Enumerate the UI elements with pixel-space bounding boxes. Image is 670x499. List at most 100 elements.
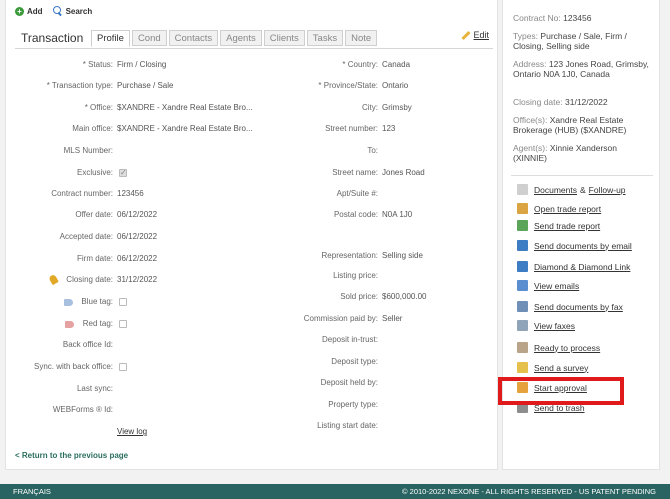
send-report-icon — [517, 220, 528, 231]
email-icon — [517, 280, 528, 291]
right-field-row-deposit-in-trust: Deposit in-trust: — [6, 334, 486, 346]
search-button[interactable]: Search — [52, 6, 93, 16]
toolbar: + Add Search — [15, 6, 92, 16]
action-link-documents[interactable]: Documents & Follow-up — [517, 184, 626, 195]
field-label: * Country: — [342, 60, 378, 69]
edit-label: Edit — [473, 30, 489, 40]
action-link-label: Send documents by email — [534, 240, 632, 251]
action-link-view-faxes[interactable]: View faxes — [517, 320, 575, 331]
field-value: Ontario — [382, 81, 409, 90]
action-link-label: Send documents by fax — [534, 301, 623, 312]
view-log-link[interactable]: View log — [117, 426, 147, 438]
right-field-row-city: City: Grimsby — [6, 102, 486, 114]
contract-number-info: Contract No: 123456 — [513, 13, 653, 23]
closing-date-label: Closing date: — [513, 97, 563, 107]
tabs-row: Transaction Profile Cond Contacts Agents Cli… — [15, 27, 493, 49]
action-link-open-trade-report[interactable]: Open trade report — [517, 203, 601, 214]
action-link-send-documents-by-fax[interactable]: Send documents by fax — [517, 301, 623, 312]
action-link-send-trade-report[interactable]: Send trade report — [517, 220, 600, 231]
tab-bar: Profile Cond Contacts Agents Clients Tasks Not… — [91, 30, 378, 47]
action-link-label: View faxes — [534, 320, 575, 331]
action-link-diamond-diamond-link[interactable]: Diamond & Diamond Link — [517, 261, 630, 272]
action-link-ready-to-process[interactable]: Ready to process — [517, 342, 600, 353]
field-label: Listing start date: — [317, 421, 378, 430]
tab-cond[interactable]: Cond — [131, 30, 167, 46]
right-field-row-sold-price: Sold price: $600,000.00 — [6, 291, 486, 303]
field-label: Commission paid by: — [303, 314, 378, 323]
action-link-label: Open trade report — [534, 203, 602, 214]
left-field-row-accepted-date: Accepted date: 06/12/2022 — [6, 231, 486, 243]
field-label: Street number: — [325, 124, 378, 133]
agent-info: Agent(s): Xinnie Xanderson (XINNIE) — [513, 143, 653, 163]
office-info: Office(s): Xandre Real Estate Brokerage … — [513, 115, 653, 135]
start-approval-highlight — [498, 377, 624, 405]
field-label: Deposit type: — [331, 357, 378, 366]
right-field-row-deposit-type: Deposit type: — [6, 356, 486, 368]
tab-clients[interactable]: Clients — [263, 30, 305, 46]
office-label: Office(s): — [513, 115, 548, 125]
field-label: Property type: — [328, 400, 378, 409]
report-icon — [517, 203, 528, 214]
fax-view-icon — [517, 320, 528, 331]
action-link-label: Documents — [534, 184, 577, 195]
document-icon — [517, 184, 528, 195]
field-value: Grimsby — [382, 103, 412, 112]
right-field-row-apt-suite: Apt/Suite #: — [6, 188, 486, 200]
field-label: Postal code: — [333, 210, 378, 219]
field-label: * Province/State: — [318, 81, 378, 90]
action-link-label: Diamond & Diamond Link — [534, 261, 631, 272]
right-field-row-country: * Country: Canada — [6, 59, 486, 71]
follow-up-link[interactable]: Follow-up — [589, 185, 626, 195]
closing-date-value: 31/12/2022 — [565, 97, 608, 107]
right-field-row-deposit-held-by: Deposit held by: — [6, 377, 486, 389]
field-label: To: — [367, 146, 378, 155]
field-value: Seller — [382, 314, 403, 323]
right-field-row-listing-start-date: Listing start date: — [6, 420, 486, 432]
email-documents-icon — [517, 240, 528, 251]
right-field-row-street-number: Street number: 123 — [6, 123, 486, 135]
right-field-row-postal-code: Postal code: N0A 1J0 — [6, 209, 486, 221]
tab-note[interactable]: Note — [345, 30, 378, 46]
field-value: 06/12/2022 — [117, 232, 158, 241]
field-label: Representation: — [321, 251, 378, 260]
right-field-row-to: To: — [6, 145, 486, 157]
action-link-send-a-survey[interactable]: Send a survey — [517, 362, 588, 373]
address-info: Address: 123 Jones Road, Grimsby, Ontari… — [513, 59, 653, 79]
action-link-label: Send trade report — [534, 220, 601, 231]
right-field-row-property-type: Property type: — [6, 399, 486, 411]
field-label: Sold price: — [340, 292, 378, 301]
search-icon — [52, 6, 63, 16]
survey-icon — [517, 362, 528, 373]
return-link[interactable]: < Return to the previous page — [15, 451, 128, 460]
ampersand-text: & — [580, 184, 586, 195]
action-link-view-emails[interactable]: View emails — [517, 280, 579, 291]
right-field-row-province-state: * Province/State: Ontario — [6, 80, 486, 92]
search-label: Search — [65, 6, 93, 16]
tab-contacts[interactable]: Contacts — [168, 30, 219, 46]
add-icon: + — [15, 6, 24, 16]
tab-agents[interactable]: Agents — [220, 30, 262, 46]
language-link[interactable]: FRANÇAIS — [13, 484, 51, 499]
field-value: 123 — [382, 124, 396, 133]
right-field-row-listing-price: Listing price: — [6, 270, 486, 282]
copyright-text: © 2010-2022 NEXONE - ALL RIGHTS RESERVED… — [402, 487, 656, 496]
transaction-panel: + Add Search Transaction Profile Cond Cont… — [5, 0, 498, 470]
contract-number-value: 123456 — [563, 13, 592, 23]
pencil-icon — [460, 30, 470, 40]
types-info: Types: Purchase / Sale, Firm / Closing, … — [513, 31, 653, 51]
field-value: Jones Road — [382, 168, 425, 177]
contract-number-label: Contract No: — [513, 13, 561, 23]
field-label: Listing price: — [333, 271, 378, 280]
action-link-send-documents-by-email[interactable]: Send documents by email — [517, 240, 632, 251]
action-link-label: Ready to process — [534, 342, 601, 353]
field-label: Apt/Suite #: — [336, 189, 378, 198]
field-label: Deposit in-trust: — [321, 335, 378, 344]
tab-tasks[interactable]: Tasks — [306, 30, 344, 46]
process-icon — [517, 342, 528, 353]
field-value: Selling side — [382, 251, 423, 260]
edit-link[interactable]: Edit — [460, 30, 489, 40]
types-label: Types: — [513, 31, 539, 41]
add-button[interactable]: + Add — [15, 6, 43, 16]
tab-profile[interactable]: Profile — [91, 30, 130, 47]
field-value: N0A 1J0 — [382, 210, 413, 219]
